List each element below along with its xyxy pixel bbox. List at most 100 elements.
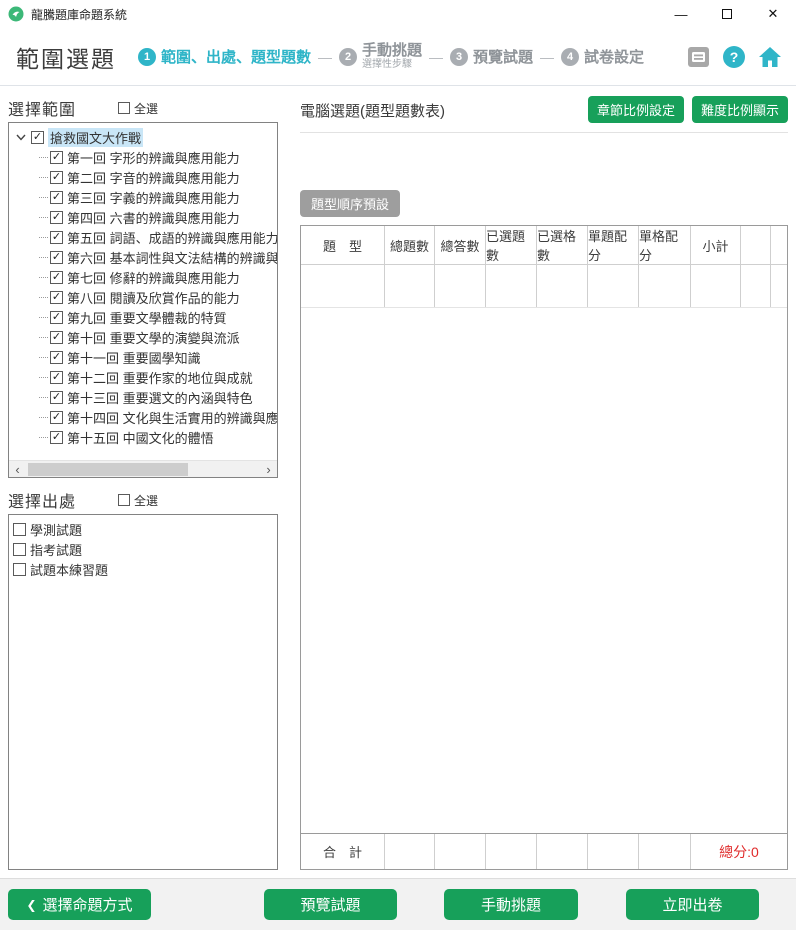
- tree-item-checkbox[interactable]: [50, 191, 63, 204]
- tree-item[interactable]: 第十三回 重要選文的內涵與特色: [39, 387, 275, 407]
- source-item[interactable]: 試題本練習題: [13, 559, 273, 579]
- source-item-checkbox[interactable]: [13, 523, 26, 536]
- tree-item-checkbox[interactable]: [50, 391, 63, 404]
- tree-item[interactable]: 第十一回 重要國學知識: [39, 347, 275, 367]
- source-select-all[interactable]: 全選: [118, 492, 158, 509]
- tree-item-checkbox[interactable]: [50, 291, 63, 304]
- chevron-down-icon[interactable]: [15, 131, 27, 143]
- tree-item-label[interactable]: 第三回 字義的辨識與應用能力: [67, 188, 240, 207]
- help-button[interactable]: ?: [723, 46, 745, 68]
- tree-item-label[interactable]: 第七回 修辭的辨識與應用能力: [67, 268, 240, 287]
- tree-item-label[interactable]: 第二回 字音的辨識與應用能力: [67, 168, 240, 187]
- source-select-all-checkbox[interactable]: [118, 494, 130, 506]
- tree-item-checkbox[interactable]: [50, 331, 63, 344]
- tree-item[interactable]: 第七回 修辭的辨識與應用能力: [39, 267, 275, 287]
- source-item[interactable]: 學測試題: [13, 519, 273, 539]
- step-4-settings[interactable]: 4 試卷設定: [561, 46, 644, 67]
- minimize-button[interactable]: —: [658, 0, 704, 28]
- range-select-all-label: 全選: [134, 100, 158, 117]
- tree-item-checkbox[interactable]: [50, 411, 63, 424]
- tree-item-checkbox[interactable]: [50, 171, 63, 184]
- tree-item[interactable]: 第九回 重要文學體裁的特質: [39, 307, 275, 327]
- tree-root-row[interactable]: 搶救國文大作戰: [15, 127, 275, 147]
- tree-item[interactable]: 第四回 六書的辨識與應用能力: [39, 207, 275, 227]
- tree-item[interactable]: 第十回 重要文學的演變與流派: [39, 327, 275, 347]
- total-score: 總分:0: [691, 834, 787, 869]
- tree-item-label[interactable]: 第十五回 中國文化的體悟: [67, 428, 214, 447]
- tree-item-checkbox[interactable]: [50, 311, 63, 324]
- source-item-label[interactable]: 試題本練習題: [30, 560, 108, 579]
- scrollbar-thumb[interactable]: [28, 463, 188, 476]
- panel-title: 電腦選題(題型題數表): [300, 96, 445, 121]
- range-select-all-checkbox[interactable]: [118, 102, 130, 114]
- tree-item-checkbox[interactable]: [50, 231, 63, 244]
- scrollbar-track[interactable]: [26, 461, 260, 477]
- maximize-button[interactable]: [704, 0, 750, 28]
- tree-item[interactable]: 第三回 字義的辨識與應用能力: [39, 187, 275, 207]
- chapter-ratio-button[interactable]: 章節比例設定: [588, 96, 684, 123]
- step-1-range[interactable]: 1 範圍、出處、題型題數: [138, 46, 311, 67]
- tree-item-checkbox[interactable]: [50, 211, 63, 224]
- tree-item-label[interactable]: 第六回 基本詞性與文法結構的辨識與: [67, 248, 278, 267]
- tree-horizontal-scrollbar[interactable]: ‹ ›: [9, 460, 277, 477]
- table-cell: [385, 834, 435, 869]
- tree-item[interactable]: 第十四回 文化與生活實用的辨識與應: [39, 407, 275, 427]
- table-cell: [639, 265, 691, 307]
- tree-item[interactable]: 第十二回 重要作家的地位與成就: [39, 367, 275, 387]
- source-item-checkbox[interactable]: [13, 563, 26, 576]
- tree-item-label[interactable]: 第十回 重要文學的演變與流派: [67, 328, 240, 347]
- question-type-order-preset-button[interactable]: 題型順序預設: [300, 190, 400, 217]
- table-cell: [741, 265, 771, 307]
- tree-item-checkbox[interactable]: [50, 151, 63, 164]
- tree-item[interactable]: 第八回 閱讀及欣賞作品的能力: [39, 287, 275, 307]
- scroll-right-icon[interactable]: ›: [260, 462, 277, 477]
- tree-item[interactable]: 第五回 詞語、成語的辨識與應用能力: [39, 227, 275, 247]
- tree-item-label[interactable]: 第九回 重要文學體裁的特質: [67, 308, 227, 327]
- tree-item-checkbox[interactable]: [50, 271, 63, 284]
- table-cell: [691, 265, 741, 307]
- source-item-label[interactable]: 指考試題: [30, 540, 82, 559]
- step-3-preview[interactable]: 3 預覽試題: [450, 46, 533, 67]
- tree-item-checkbox[interactable]: [50, 371, 63, 384]
- tree-item[interactable]: 第六回 基本詞性與文法結構的辨識與: [39, 247, 275, 267]
- range-tree: 搶救國文大作戰 第一回 字形的辨識與應用能力 第二回 字音的辨識與應用能力 第三…: [8, 122, 278, 478]
- tree-item-label[interactable]: 第十一回 重要國學知識: [67, 348, 201, 367]
- tree-connector: [39, 257, 48, 258]
- difficulty-ratio-button[interactable]: 難度比例顯示: [692, 96, 788, 123]
- home-icon[interactable]: [758, 46, 782, 68]
- tree-connector: [39, 157, 48, 158]
- tree-root-checkbox[interactable]: [31, 131, 44, 144]
- tree-item-label[interactable]: 第四回 六書的辨識與應用能力: [67, 208, 240, 227]
- manual-pick-button[interactable]: 手動挑題: [444, 889, 578, 920]
- tree-item-checkbox[interactable]: [50, 431, 63, 444]
- tree-item-label[interactable]: 第一回 字形的辨識與應用能力: [67, 148, 240, 167]
- tree-item[interactable]: 第一回 字形的辨識與應用能力: [39, 147, 275, 167]
- source-select-all-label: 全選: [134, 492, 158, 509]
- generate-paper-button[interactable]: 立即出卷: [626, 889, 759, 920]
- step-2-manual-pick[interactable]: 2 手動挑題 選擇性步驟: [339, 43, 422, 71]
- table-cell: [771, 265, 787, 307]
- tree-item-label[interactable]: 第八回 閱讀及欣賞作品的能力: [67, 288, 240, 307]
- range-select-all[interactable]: 全選: [118, 100, 158, 117]
- tree-item-checkbox[interactable]: [50, 351, 63, 364]
- tree-root-label[interactable]: 搶救國文大作戰: [48, 128, 143, 147]
- source-item-checkbox[interactable]: [13, 543, 26, 556]
- tree-item-label[interactable]: 第十三回 重要選文的內涵與特色: [67, 388, 253, 407]
- tree-item[interactable]: 第二回 字音的辨識與應用能力: [39, 167, 275, 187]
- preview-questions-button[interactable]: 預覽試題: [264, 889, 397, 920]
- choose-question-mode-button[interactable]: ❮ 選擇命題方式: [8, 889, 151, 920]
- tree-item[interactable]: 第十五回 中國文化的體悟: [39, 427, 275, 447]
- tree-item-label[interactable]: 第五回 詞語、成語的辨識與應用能力: [67, 228, 278, 247]
- save-icon[interactable]: [687, 46, 710, 68]
- minimize-icon: —: [675, 7, 688, 22]
- scroll-left-icon[interactable]: ‹: [9, 462, 26, 477]
- source-item-label[interactable]: 學測試題: [30, 520, 82, 539]
- step-2-sublabel: 選擇性步驟: [362, 59, 422, 70]
- footer-action-bar: ❮ 選擇命題方式 預覽試題 手動挑題 立即出卷: [0, 878, 796, 930]
- tree-item-checkbox[interactable]: [50, 251, 63, 264]
- range-section-header: 選擇範圍 全選: [8, 96, 278, 120]
- source-item[interactable]: 指考試題: [13, 539, 273, 559]
- tree-item-label[interactable]: 第十二回 重要作家的地位與成就: [67, 368, 253, 387]
- close-button[interactable]: ✕: [750, 0, 796, 28]
- tree-item-label[interactable]: 第十四回 文化與生活實用的辨識與應: [67, 408, 278, 427]
